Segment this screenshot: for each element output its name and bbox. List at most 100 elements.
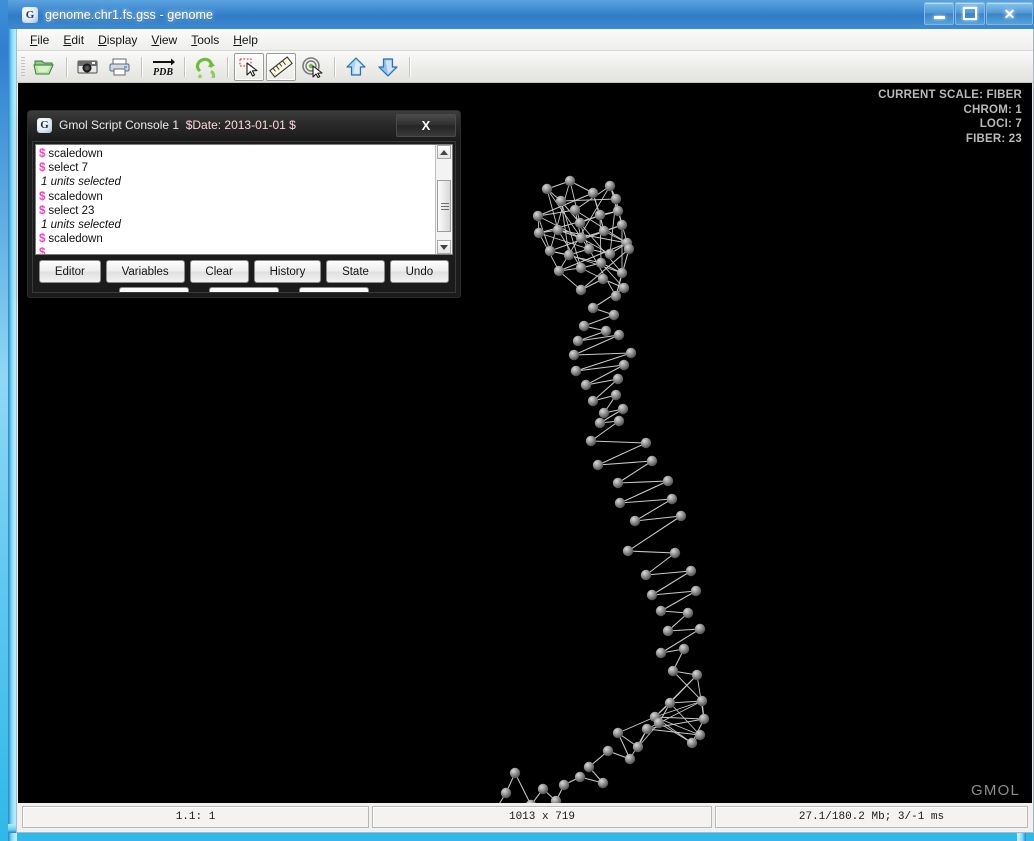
fiber-node[interactable] bbox=[568, 349, 580, 361]
fiber-node[interactable] bbox=[537, 783, 549, 795]
fiber-node[interactable] bbox=[622, 545, 634, 557]
console-close-button[interactable]: X bbox=[396, 114, 456, 137]
fiber-node[interactable] bbox=[533, 227, 545, 239]
fiber-node[interactable] bbox=[610, 193, 622, 205]
fiber-node[interactable] bbox=[675, 510, 687, 522]
fiber-node[interactable] bbox=[624, 753, 636, 765]
menu-display[interactable]: Display bbox=[91, 31, 144, 49]
scrollbar-thumb[interactable] bbox=[437, 180, 451, 232]
window-titlebar[interactable]: G genome.chr1.fs.gss - genome ✕ bbox=[8, 0, 1034, 29]
fiber-node[interactable] bbox=[553, 265, 565, 277]
scroll-up-button[interactable] bbox=[437, 145, 451, 159]
fiber-node[interactable] bbox=[544, 245, 556, 257]
fiber-node[interactable] bbox=[575, 284, 587, 296]
fiber-node[interactable] bbox=[587, 187, 599, 199]
toolbar-grip[interactable] bbox=[21, 56, 25, 77]
open-folder-button[interactable] bbox=[30, 53, 60, 81]
menu-edit[interactable]: Edit bbox=[56, 31, 91, 49]
fiber-node[interactable] bbox=[569, 204, 581, 216]
fiber-node[interactable] bbox=[602, 745, 614, 757]
console-variables-button[interactable]: Variables bbox=[105, 260, 185, 283]
fiber-node[interactable] bbox=[694, 623, 706, 635]
fiber-node[interactable] bbox=[575, 262, 587, 274]
menu-view[interactable]: View bbox=[144, 31, 184, 49]
fiber-node[interactable] bbox=[662, 475, 674, 487]
fiber-node[interactable] bbox=[604, 180, 616, 192]
fiber-node[interactable] bbox=[612, 477, 624, 489]
fiber-node[interactable] bbox=[696, 695, 708, 707]
camera-button[interactable] bbox=[73, 53, 103, 81]
fiber-node[interactable] bbox=[655, 605, 667, 617]
gmol-script-console-dialog[interactable]: G Gmol Script Console 1 $Date: 2013-01-0… bbox=[27, 110, 461, 298]
fiber-node[interactable] bbox=[575, 232, 587, 244]
fiber-node[interactable] bbox=[669, 547, 681, 559]
fiber-node[interactable] bbox=[662, 625, 674, 637]
fiber-node[interactable] bbox=[646, 589, 658, 601]
fiber-node[interactable] bbox=[597, 273, 609, 285]
console-history-button[interactable]: History bbox=[253, 260, 322, 283]
rotate-button[interactable] bbox=[191, 53, 221, 81]
scale-up-button[interactable] bbox=[341, 53, 371, 81]
fiber-node[interactable] bbox=[664, 697, 676, 709]
select-box-button[interactable] bbox=[234, 52, 264, 81]
fiber-node[interactable] bbox=[509, 767, 521, 779]
fiber-node[interactable] bbox=[640, 569, 652, 581]
fiber-node[interactable] bbox=[608, 309, 620, 321]
fiber-node[interactable] bbox=[592, 459, 604, 471]
fiber-node[interactable] bbox=[541, 183, 553, 195]
console-scrollbar[interactable] bbox=[435, 145, 452, 254]
fiber-node[interactable] bbox=[691, 669, 703, 681]
console-output-area[interactable]: $ scaledown $ select 71 units selected $ scal… bbox=[35, 144, 453, 255]
fiber-node[interactable] bbox=[583, 761, 595, 773]
fiber-node[interactable] bbox=[612, 205, 624, 217]
fiber-node[interactable] bbox=[698, 713, 710, 725]
fiber-node[interactable] bbox=[585, 435, 597, 447]
fiber-node[interactable] bbox=[612, 373, 624, 385]
print-button[interactable] bbox=[105, 53, 135, 81]
console-editor-button[interactable]: Editor bbox=[39, 260, 101, 283]
console-titlebar[interactable]: G Gmol Script Console 1 $Date: 2013-01-0… bbox=[28, 111, 460, 139]
fiber-node[interactable] bbox=[614, 497, 626, 509]
fiber-node[interactable] bbox=[685, 565, 697, 577]
console-undo-button[interactable]: Undo bbox=[389, 260, 449, 283]
fiber-node[interactable] bbox=[572, 335, 584, 347]
fiber-node[interactable] bbox=[632, 741, 644, 753]
fiber-node[interactable] bbox=[618, 359, 630, 371]
console-extra-button-1[interactable] bbox=[119, 287, 189, 292]
fiber-node[interactable] bbox=[686, 737, 698, 749]
fiber-node[interactable] bbox=[646, 455, 658, 467]
fiber-node[interactable] bbox=[578, 320, 590, 332]
fiber-node[interactable] bbox=[500, 787, 512, 799]
fiber-node[interactable] bbox=[564, 175, 576, 187]
console-extra-button-2[interactable] bbox=[209, 287, 279, 292]
fiber-node[interactable] bbox=[616, 219, 628, 231]
fiber-node[interactable] bbox=[598, 225, 610, 237]
fiber-node[interactable] bbox=[613, 415, 625, 427]
fiber-node[interactable] bbox=[653, 717, 665, 729]
fiber-node[interactable] bbox=[552, 224, 564, 236]
fiber-node[interactable] bbox=[583, 243, 595, 255]
fiber-node[interactable] bbox=[563, 249, 575, 261]
fiber-node[interactable] bbox=[594, 209, 606, 221]
measure-button[interactable] bbox=[266, 52, 296, 81]
fiber-node[interactable] bbox=[678, 643, 690, 655]
pick-target-button[interactable] bbox=[298, 53, 328, 81]
fiber-node[interactable] bbox=[550, 795, 562, 803]
console-state-button[interactable]: State bbox=[326, 260, 385, 283]
fiber-node[interactable] bbox=[682, 607, 694, 619]
minimize-button[interactable] bbox=[924, 2, 954, 25]
fiber-node[interactable] bbox=[640, 437, 652, 449]
fiber-node[interactable] bbox=[623, 243, 635, 255]
fiber-node[interactable] bbox=[616, 267, 628, 279]
fiber-node[interactable] bbox=[597, 777, 609, 789]
fiber-node[interactable] bbox=[655, 647, 667, 659]
console-extra-button-3[interactable] bbox=[299, 287, 369, 292]
fiber-node[interactable] bbox=[613, 329, 625, 341]
fiber-node[interactable] bbox=[666, 493, 678, 505]
fiber-node[interactable] bbox=[580, 379, 592, 391]
fiber-node[interactable] bbox=[574, 217, 586, 229]
fiber-node[interactable] bbox=[610, 389, 622, 401]
fiber-node[interactable] bbox=[600, 325, 612, 337]
menu-help[interactable]: Help bbox=[226, 31, 265, 49]
fiber-node[interactable] bbox=[594, 417, 606, 429]
